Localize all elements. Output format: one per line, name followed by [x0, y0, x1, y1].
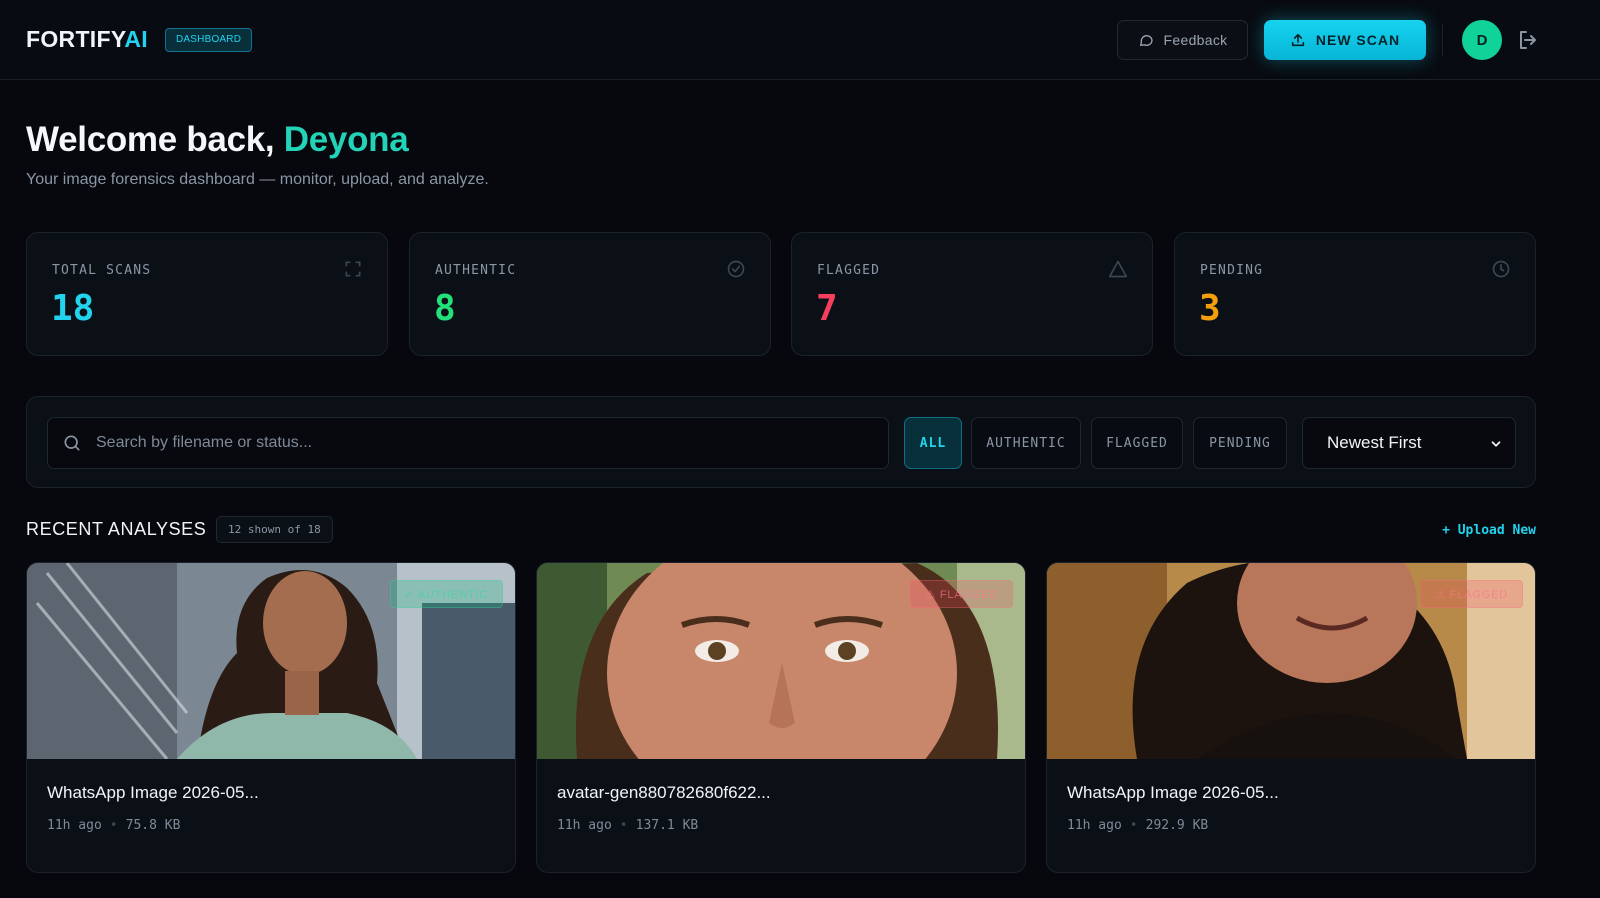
brand-main: FORTIFY [26, 26, 125, 52]
upload-icon [1291, 33, 1305, 47]
new-scan-button[interactable]: NEW SCAN [1264, 20, 1426, 60]
search-input[interactable] [96, 418, 876, 468]
filter-flagged-button[interactable]: FLAGGED [1091, 417, 1183, 469]
meta-separator: • [109, 818, 118, 833]
chat-bubble-icon [1139, 35, 1153, 46]
status-badge: ✓ AUTHENTIC [389, 580, 503, 608]
card-age: 11h ago [1067, 818, 1122, 833]
brand-accent: AI [124, 26, 148, 52]
scan-frame-icon [345, 261, 361, 277]
new-scan-label: NEW SCAN [1315, 32, 1401, 48]
logout-icon[interactable] [1516, 28, 1540, 52]
status-badge: ⚠ FLAGGED [910, 580, 1013, 608]
sort-select[interactable]: Newest First [1302, 417, 1516, 469]
upload-new-link[interactable]: + Upload New [1442, 523, 1536, 538]
card-age: 11h ago [557, 818, 612, 833]
filter-pending-button[interactable]: PENDING [1193, 417, 1287, 469]
analysis-card[interactable]: ✓ AUTHENTIC WhatsApp Image 2026-05... 11… [26, 562, 516, 873]
user-avatar[interactable]: D [1462, 20, 1502, 60]
image-thumbnail: ⚠ FLAGGED [1047, 563, 1535, 759]
stat-card-authentic: AUTHENTIC 8 [409, 232, 771, 356]
image-thumbnail: ✓ AUTHENTIC [27, 563, 515, 759]
meta-separator: • [1129, 818, 1138, 833]
stat-label: TOTAL SCANS [52, 263, 152, 278]
image-thumbnail: ⚠ FLAGGED [537, 563, 1025, 759]
search-box [47, 417, 889, 469]
card-filename: WhatsApp Image 2026-05... [1067, 783, 1279, 802]
card-size: 75.8 KB [125, 818, 181, 833]
card-meta: 11h ago • 137.1 KB [557, 818, 698, 833]
stat-label: AUTHENTIC [435, 263, 517, 278]
filter-bar: ALL AUTHENTIC FLAGGED PENDING Newest Fir… [26, 396, 1536, 488]
filter-all-button[interactable]: ALL [904, 417, 962, 469]
clock-icon [1492, 260, 1510, 278]
user-name: Deyona [283, 120, 409, 159]
warning-triangle-icon [1108, 260, 1128, 278]
card-age: 11h ago [47, 818, 102, 833]
welcome-heading: Welcome back, Deyona [26, 120, 409, 160]
stat-label: FLAGGED [817, 263, 881, 278]
top-bar: FORTIFYAI DASHBOARD Feedback NEW SCAN D [0, 0, 1600, 80]
status-badge: ⚠ FLAGGED [1420, 580, 1523, 608]
stat-card-pending: PENDING 3 [1174, 232, 1536, 356]
meta-separator: • [619, 818, 628, 833]
welcome-prefix: Welcome back, [26, 120, 284, 159]
check-circle-icon [727, 260, 745, 278]
filter-authentic-button[interactable]: AUTHENTIC [971, 417, 1081, 469]
stat-label: PENDING [1200, 263, 1264, 278]
stat-value: 8 [434, 288, 456, 329]
analysis-card[interactable]: ⚠ FLAGGED avatar-gen880782680f622... 11h… [536, 562, 1026, 873]
stat-value: 7 [816, 288, 838, 329]
stat-value: 18 [51, 288, 95, 329]
stat-card-flagged: FLAGGED 7 [791, 232, 1153, 356]
card-filename: WhatsApp Image 2026-05... [47, 783, 259, 802]
count-badge: 12 shown of 18 [216, 516, 333, 543]
header-divider [1442, 24, 1443, 56]
analysis-card[interactable]: ⚠ FLAGGED WhatsApp Image 2026-05... 11h … [1046, 562, 1536, 873]
stat-value: 3 [1199, 288, 1221, 329]
brand-logo[interactable]: FORTIFYAI [26, 26, 148, 53]
welcome-subtitle: Your image forensics dashboard — monitor… [26, 171, 489, 188]
card-meta: 11h ago • 75.8 KB [47, 818, 180, 833]
stat-card-total-scans: TOTAL SCANS 18 [26, 232, 388, 356]
card-size: 137.1 KB [635, 818, 699, 833]
card-size: 292.9 KB [1145, 818, 1209, 833]
card-filename: avatar-gen880782680f622... [557, 783, 771, 802]
dashboard-badge: DASHBOARD [165, 28, 253, 52]
chevron-down-icon [1491, 441, 1501, 447]
recent-analyses-title: RECENT ANALYSES [26, 519, 207, 539]
search-icon [64, 435, 80, 451]
feedback-button[interactable]: Feedback [1117, 20, 1248, 60]
feedback-label: Feedback [1163, 32, 1228, 48]
card-meta: 11h ago • 292.9 KB [1067, 818, 1208, 833]
sort-value: Newest First [1327, 433, 1422, 452]
